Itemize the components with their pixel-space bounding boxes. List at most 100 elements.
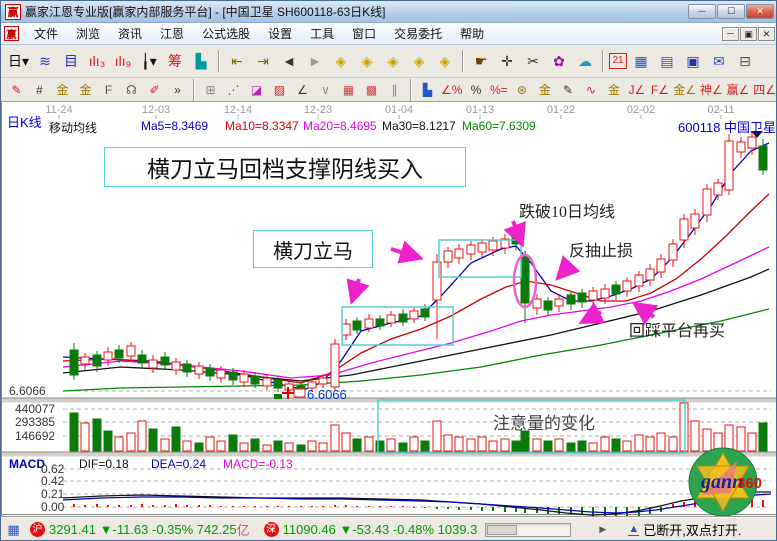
- zoom-right-icon[interactable]: ◈: [355, 49, 379, 73]
- grid-red-icon[interactable]: ▦: [338, 80, 359, 99]
- gold-line-icon[interactable]: 金∠: [672, 80, 697, 99]
- gold-ratio-price-icon[interactable]: 金: [75, 80, 96, 99]
- title-bar[interactable]: 赢 赢家江恩专业版[赢家内部服务平台] - [中国卫星 SH600118-63日…: [1, 1, 777, 23]
- zoom-left-icon[interactable]: ◈: [329, 49, 353, 73]
- menu-交易委托[interactable]: 交易委托: [385, 24, 451, 44]
- f-line-icon[interactable]: F∠: [649, 80, 670, 99]
- scroll-right-arrow[interactable]: ▶: [599, 524, 606, 535]
- si-line-icon[interactable]: 四∠: [752, 80, 777, 99]
- minute-chart-3-icon[interactable]: ılı₃: [85, 49, 109, 73]
- cut-tool-icon[interactable]: ✂: [521, 49, 545, 73]
- svg-text:02-02: 02-02: [627, 104, 655, 116]
- svg-text:360: 360: [737, 475, 762, 492]
- chouma-icon[interactable]: 筹: [163, 49, 187, 73]
- percent-slope-icon[interactable]: ∠%: [440, 80, 463, 99]
- j-line-icon[interactable]: J∠: [626, 80, 647, 99]
- menu-logo-icon: 赢: [4, 26, 19, 41]
- first-bar-icon[interactable]: ⇤: [225, 49, 249, 73]
- status-scrollbar-thumb[interactable]: [487, 525, 517, 535]
- calendar-21-icon[interactable]: 21: [609, 53, 627, 69]
- kline-style-dropdown[interactable]: ╽▾: [137, 49, 161, 73]
- gold-ratio-time-icon[interactable]: 金: [52, 80, 73, 99]
- gold-circle-icon[interactable]: ⊛: [511, 80, 532, 99]
- prev-bar-icon[interactable]: ◄: [277, 49, 301, 73]
- ying-line-icon[interactable]: 赢∠: [726, 80, 751, 99]
- toolbar-separator: [462, 50, 464, 72]
- notes-icon[interactable]: ▤: [655, 49, 679, 73]
- volume-bars: [70, 403, 767, 451]
- percent-icon[interactable]: %: [465, 80, 486, 99]
- spiral-icon[interactable]: ☊: [121, 80, 142, 99]
- mdi-restore-button[interactable]: ▣: [740, 27, 757, 41]
- red-pen-icon[interactable]: ✎: [6, 80, 27, 99]
- toolbar-separator: [602, 50, 604, 72]
- menu-bar: 赢 文件浏览资讯江恩公式选股设置工具窗口交易委托帮助 －▣✕: [1, 23, 777, 45]
- save-icon[interactable]: ▣: [681, 49, 705, 73]
- wave-arc-icon[interactable]: ∿: [580, 80, 601, 99]
- gann-grid-box-icon[interactable]: ▨: [269, 80, 290, 99]
- jieqi-icon[interactable]: ✿: [547, 49, 571, 73]
- zigzag-icon[interactable]: ∨: [315, 80, 336, 99]
- hand-tool-icon[interactable]: ☛: [469, 49, 493, 73]
- svg-text:01-04: 01-04: [385, 104, 413, 116]
- mdi-minimize-button[interactable]: －: [722, 27, 739, 41]
- gann-wave-icon[interactable]: ≋: [33, 49, 57, 73]
- status-scrollbar[interactable]: [485, 523, 571, 537]
- shanghai-amount-unit: 亿: [237, 520, 250, 539]
- grid-red2-icon[interactable]: ▩: [361, 80, 382, 99]
- angle-lines-icon[interactable]: ∠: [292, 80, 313, 99]
- last-bar-icon[interactable]: ⇥: [251, 49, 275, 73]
- menu-资讯[interactable]: 资讯: [109, 24, 151, 44]
- mdi-close-button[interactable]: ✕: [758, 27, 775, 41]
- menu-公式选股[interactable]: 公式选股: [193, 24, 259, 44]
- menu-浏览[interactable]: 浏览: [67, 24, 109, 44]
- f10-report-icon[interactable]: 目: [59, 49, 83, 73]
- menu-窗口[interactable]: 窗口: [343, 24, 385, 44]
- zoom-v-icon[interactable]: ◈: [407, 49, 431, 73]
- minute-chart-9-icon[interactable]: ılı₉: [111, 49, 135, 73]
- date-axis: 11-2412-0312-1412-2301-0401-1301-2202-02…: [45, 104, 734, 119]
- close-button[interactable]: ✕: [746, 4, 774, 19]
- candle-marker-icon[interactable]: ✎: [557, 80, 578, 99]
- price-ladder-icon[interactable]: ▙: [417, 80, 438, 99]
- calculator-icon[interactable]: ▦: [629, 49, 653, 73]
- menu-江恩[interactable]: 江恩: [151, 24, 193, 44]
- menu-设置[interactable]: 设置: [259, 24, 301, 44]
- email-icon[interactable]: ✉: [707, 49, 731, 73]
- connection-icon[interactable]: ▲: [628, 523, 639, 536]
- shen-line-icon[interactable]: 神∠: [699, 80, 724, 99]
- app-logo-icon: 赢: [5, 4, 21, 20]
- brush-hash-icon[interactable]: ✐: [144, 80, 165, 99]
- box-tool-icon[interactable]: ⊞: [200, 80, 221, 99]
- shenzhen-index-icon[interactable]: 深: [264, 522, 279, 537]
- zoom-all-icon[interactable]: ◈: [433, 49, 457, 73]
- gann-fan-icon[interactable]: ⋰: [223, 80, 244, 99]
- volume-profile-icon[interactable]: ▙: [189, 49, 213, 73]
- parallel-lines-icon[interactable]: ∥: [384, 80, 405, 99]
- kline-chart-canvas[interactable]: 11-2412-0312-1412-2301-0401-1301-2202-02…: [1, 102, 777, 516]
- fibo-f-icon[interactable]: F: [98, 80, 119, 99]
- shanghai-index-icon[interactable]: 沪: [30, 522, 45, 537]
- gann-box-icon[interactable]: ◪: [246, 80, 267, 99]
- crosshair-icon[interactable]: ✛: [495, 49, 519, 73]
- maximize-button[interactable]: ☐: [717, 4, 745, 19]
- shenzhen-index-value: 11090.46: [283, 522, 336, 537]
- zoom-h-icon[interactable]: ◈: [381, 49, 405, 73]
- time-grid-icon[interactable]: #: [29, 80, 50, 99]
- more-chevron[interactable]: »: [167, 80, 188, 99]
- print-icon[interactable]: ⊟: [733, 49, 757, 73]
- percent-levels-icon[interactable]: %=: [488, 80, 509, 99]
- svg-text:12-14: 12-14: [224, 104, 252, 116]
- menu-文件[interactable]: 文件: [25, 24, 67, 44]
- kline-chart-area[interactable]: 11-2412-0312-1412-2301-0401-1301-2202-02…: [1, 102, 777, 516]
- quote-table-icon[interactable]: ▦: [5, 522, 22, 537]
- menu-帮助[interactable]: 帮助: [451, 24, 493, 44]
- cloud-tool-icon[interactable]: ☁: [573, 49, 597, 73]
- period-daily-dropdown[interactable]: 日▾: [6, 49, 31, 73]
- gold-levels-icon[interactable]: 金: [534, 80, 555, 99]
- application-window: 赢 赢家江恩专业版[赢家内部服务平台] - [中国卫星 SH600118-63日…: [0, 0, 777, 541]
- menu-工具[interactable]: 工具: [301, 24, 343, 44]
- minimize-button[interactable]: ─: [688, 4, 716, 19]
- next-bar-icon[interactable]: ►: [303, 49, 327, 73]
- gold-angle-icon[interactable]: 金: [603, 80, 624, 99]
